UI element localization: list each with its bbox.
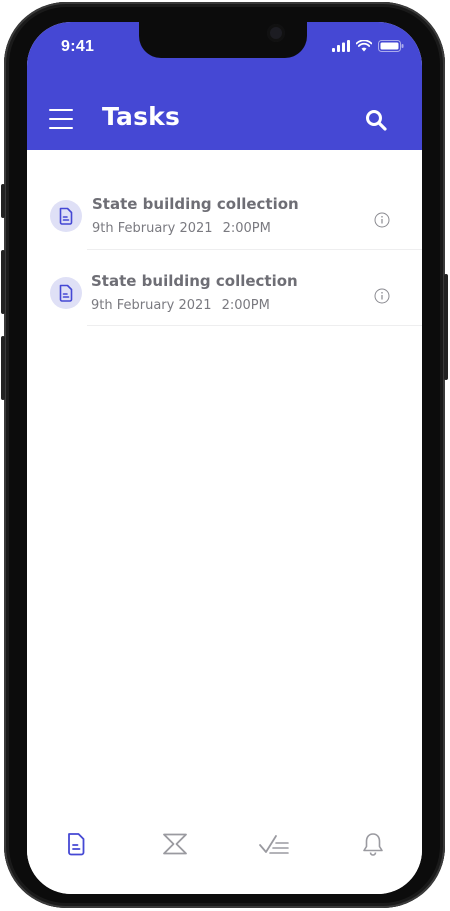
task-item[interactable]: State building collection 9th February 2… (27, 174, 422, 250)
task-item[interactable]: State building collection 9th February 2… (27, 250, 422, 326)
info-button[interactable] (374, 212, 390, 228)
app-screen: 9:41 Tasks State building collection 9th… (27, 22, 422, 894)
document-icon (59, 207, 73, 225)
status-icons (332, 40, 404, 52)
task-list: State building collection 9th February 2… (27, 174, 422, 326)
checklist-icon (258, 835, 289, 854)
task-avatar (50, 277, 82, 309)
task-datetime: 9th February 2021 2:00PM (92, 221, 271, 236)
menu-button[interactable] (49, 109, 73, 129)
home-indicator (158, 881, 292, 886)
task-time: 2:00PM (221, 298, 270, 313)
hamburger-icon (49, 109, 73, 111)
wifi-icon (356, 40, 372, 52)
nav-completed[interactable] (254, 830, 294, 858)
task-datetime: 9th February 2021 2:00PM (91, 298, 270, 313)
nav-notifications[interactable] (353, 830, 393, 858)
task-title: State building collection (91, 272, 298, 290)
battery-icon (378, 40, 404, 52)
task-date: 9th February 2021 (92, 221, 213, 236)
search-button[interactable] (364, 108, 388, 132)
task-avatar (50, 200, 82, 232)
hourglass-icon (163, 833, 188, 855)
notch (139, 22, 307, 58)
camera (267, 24, 285, 42)
info-icon (374, 212, 390, 228)
hamburger-line (49, 127, 73, 129)
status-time: 9:41 (61, 38, 95, 55)
document-icon (59, 284, 73, 302)
signal-icon (332, 40, 350, 52)
volume-up-button (1, 250, 5, 314)
page-title: Tasks (102, 102, 181, 131)
info-icon (374, 288, 390, 304)
task-title: State building collection (92, 195, 299, 213)
silent-switch (1, 184, 5, 218)
task-time: 2:00PM (222, 221, 271, 236)
search-icon (366, 110, 387, 131)
info-button[interactable] (374, 288, 390, 304)
power-button (444, 274, 448, 380)
task-date: 9th February 2021 (91, 298, 212, 313)
divider (87, 325, 422, 326)
volume-down-button (1, 336, 5, 400)
nav-pending[interactable] (155, 830, 195, 858)
nav-tasks[interactable] (56, 830, 96, 858)
bell-icon (362, 833, 383, 856)
hamburger-line (49, 118, 73, 120)
document-icon (68, 833, 85, 856)
